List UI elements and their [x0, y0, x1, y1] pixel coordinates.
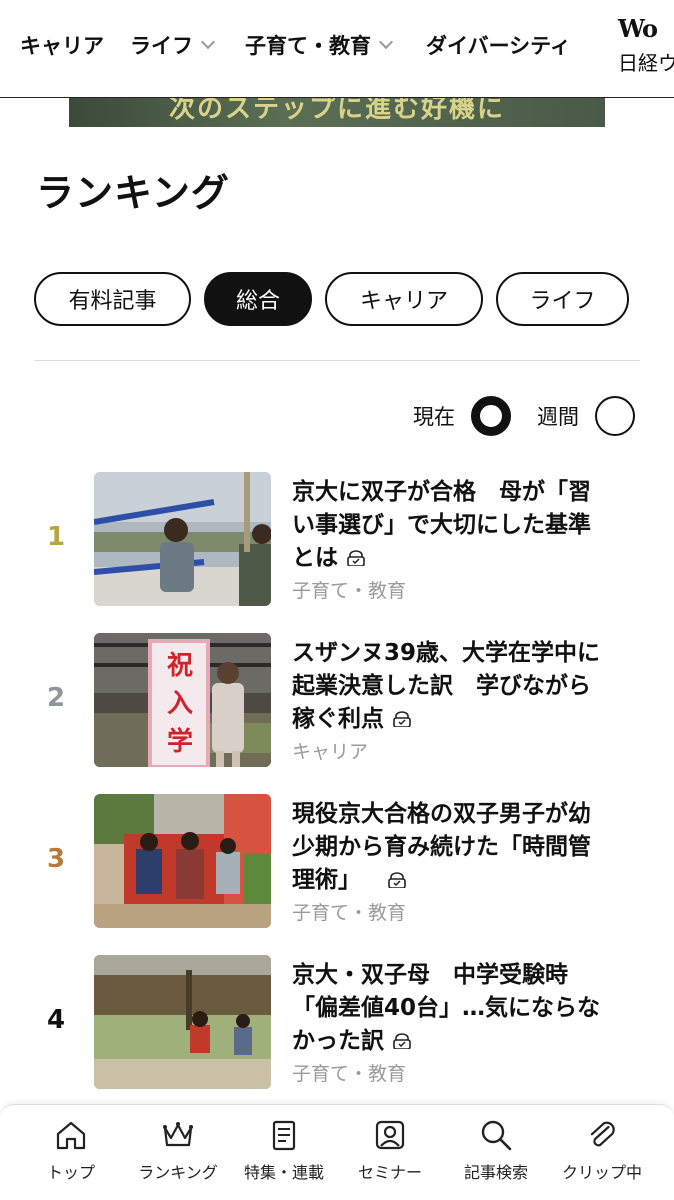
title-line: スザンヌ39歳、大学在学中に [292, 640, 601, 666]
title-line: 少期から育み続けた「時間管 [292, 834, 591, 860]
tab-seminar[interactable]: セミナー [335, 1117, 445, 1183]
radio-checked-icon[interactable] [471, 396, 511, 436]
lock-icon [388, 872, 406, 888]
chevron-down-icon [378, 34, 394, 50]
ad-banner-text: 次のステップに進む好機に [168, 98, 505, 124]
title-line: 「偏差値40台」…気にならな [292, 995, 601, 1021]
title-line: い事選び」で大切にした基準 [292, 512, 591, 538]
filter-chip-life[interactable]: ライフ [496, 272, 629, 326]
page-title: ランキング [36, 171, 230, 215]
period-current-label: 現在 [413, 405, 455, 429]
kids-park-photo[interactable] [94, 955, 271, 1089]
ranking-item[interactable]: 2 スザンヌ39歳、大学在学中に 起業決意した訳 学びながら 稼ぐ利点 キャリア 祝… [0, 633, 674, 769]
title-line: とは [292, 545, 338, 571]
article-category: 子育て・教育 [292, 1063, 407, 1085]
nav-item-diversity[interactable]: ダイバーシティ [426, 30, 571, 60]
ranking-item[interactable]: 4 京大・双子母 中学受験時「偏差値40台」…気にならな かった訳 子育て・教育 [0, 955, 674, 1091]
lock-icon [393, 711, 411, 727]
children-wall-photo[interactable] [94, 794, 271, 928]
title-line: 京大・双子母 中学受験時 [292, 962, 568, 988]
article-title[interactable]: 現役京大合格の双子男子が幼 少期から育み続けた「時間管 理術」 [292, 798, 638, 897]
title-line: 現役京大合格の双子男子が幼 [292, 801, 591, 827]
bottom-tab-bar: トップ ランキング 特集・連載 セミナー 記事検索 クリップ中 [0, 1104, 674, 1200]
home-icon [56, 1121, 86, 1150]
nav-item-label: ダイバーシティ [426, 34, 571, 58]
crown-icon [163, 1122, 193, 1147]
article-category: 子育て・教育 [292, 902, 407, 924]
search-icon [481, 1120, 512, 1151]
lock-icon [393, 1033, 411, 1049]
ad-banner[interactable]: 次のステップに進む好機に [69, 98, 605, 127]
rank-number: 2 [46, 683, 66, 713]
filter-chip-paid[interactable]: 有料記事 [34, 272, 191, 326]
ranking-item[interactable]: 3 現役京大合格の双子男子が幼 少期から育み続けた「時間管 理術」 子育て・教育 [0, 794, 674, 930]
tab-top[interactable]: トップ [16, 1117, 126, 1183]
photo-sign-text: 祝 入 学 [158, 647, 202, 761]
article-title[interactable]: スザンヌ39歳、大学在学中に 起業決意した訳 学びながら 稼ぐ利点 [292, 637, 638, 736]
title-line: かった訳 [292, 1028, 384, 1054]
top-navigation: キャリア ライフ 子育て・教育 ダイバーシティ Wo 日経ウ [0, 0, 674, 98]
lock-icon [347, 550, 365, 566]
nav-item-parenting-education[interactable]: 子育て・教育 [245, 30, 394, 60]
sign-char: 入 [166, 689, 193, 719]
period-weekly[interactable]: 週間 [537, 396, 635, 436]
title-line: 京大に双子が合格 母が「習 [292, 479, 591, 505]
sign-char: 祝 [166, 651, 193, 681]
article-category: 子育て・教育 [292, 580, 407, 602]
filter-chip-label: ライフ [529, 289, 596, 314]
nav-item-life[interactable]: ライフ [130, 30, 216, 60]
title-line: 理術」 [292, 867, 361, 893]
tab-label: セミナー [357, 1163, 422, 1182]
tab-label: 特集・連載 [243, 1163, 324, 1182]
tab-features[interactable]: 特集・連載 [229, 1117, 339, 1183]
article-title[interactable]: 京大・双子母 中学受験時「偏差値40台」…気にならな かった訳 [292, 959, 638, 1058]
rank-number: 1 [46, 522, 66, 552]
tab-label: 記事検索 [463, 1163, 528, 1182]
tab-label: ランキング [138, 1163, 218, 1182]
brand-logo[interactable]: Wo 日経ウ [618, 14, 674, 76]
radio-unchecked-icon[interactable] [595, 396, 635, 436]
period-current[interactable]: 現在 [413, 396, 511, 436]
filter-chip-overall[interactable]: 総合 [204, 272, 312, 326]
filter-chip-label: 総合 [235, 289, 280, 314]
tab-label: クリップ中 [561, 1163, 642, 1182]
tab-clipped[interactable]: クリップ中 [547, 1117, 657, 1183]
title-line: 稼ぐ利点 [292, 706, 384, 732]
nav-item-career[interactable]: キャリア [20, 30, 104, 60]
period-weekly-label: 週間 [537, 405, 579, 429]
divider [34, 360, 640, 361]
brand-logo-mark: Wo [618, 14, 658, 43]
chevron-down-icon [200, 34, 216, 50]
filter-chip-career[interactable]: キャリア [325, 272, 483, 326]
nav-item-label: ライフ [130, 34, 193, 58]
ranking-item[interactable]: 1 京大に双子が合格 母が「習 い事選び」で大切にした基準 とは 子育て・教育 [0, 472, 674, 608]
article-category: キャリア [292, 741, 369, 763]
tab-label: トップ [46, 1163, 95, 1182]
filter-chip-label: キャリア [359, 289, 448, 314]
nav-item-label: キャリア [20, 34, 104, 58]
article-title[interactable]: 京大に双子が合格 母が「習 い事選び」で大切にした基準 とは [292, 476, 638, 575]
tab-ranking[interactable]: ランキング [123, 1117, 233, 1183]
rank-number: 3 [46, 844, 66, 874]
seminar-icon [375, 1120, 405, 1150]
nav-item-label: 子育て・教育 [245, 34, 371, 58]
rank-number: 4 [46, 1005, 66, 1035]
tab-article-search[interactable]: 記事検索 [441, 1117, 551, 1183]
sign-char: 学 [166, 727, 193, 757]
brand-logo-subtitle: 日経ウ [618, 51, 674, 75]
kids-playing-photo[interactable] [94, 472, 271, 606]
document-icon [272, 1120, 296, 1151]
paperclip-icon [590, 1121, 615, 1147]
title-line: 起業決意した訳 学びながら [292, 673, 591, 699]
filter-chip-label: 有料記事 [68, 289, 157, 314]
